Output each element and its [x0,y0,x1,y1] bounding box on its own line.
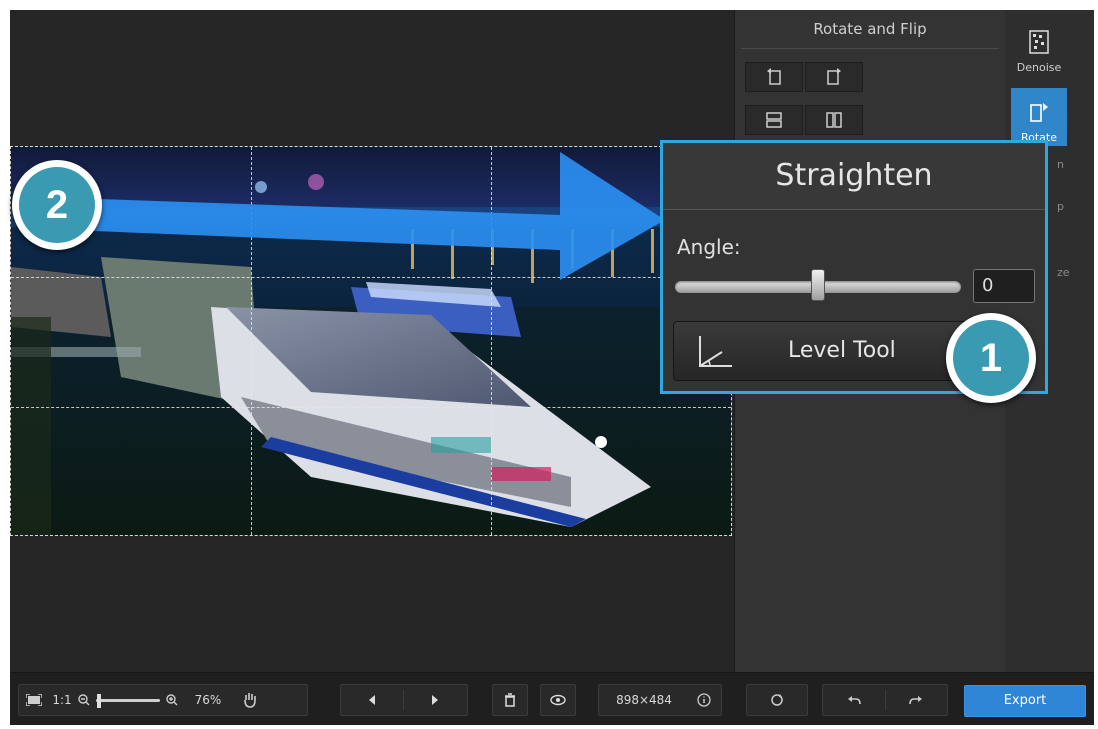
step-marker-1-number: 1 [953,320,1029,396]
river-boats-night-photo [11,147,731,535]
grid-line-horizontal [11,277,731,278]
zoom-out-icon [78,694,90,706]
previous-icon [369,695,375,705]
tool-partial-label[interactable]: p [1057,200,1064,213]
step-marker-1: 1 [946,313,1036,403]
undo-button[interactable] [823,685,885,715]
panel-title: Rotate and Flip [741,14,999,49]
zoom-out-button[interactable] [75,685,93,715]
image-dimensions: 898×484 [616,693,672,707]
flip-horizontal-button[interactable] [805,105,863,135]
photo-preview[interactable] [10,146,732,536]
reset-icon [771,694,783,706]
grid-line-horizontal [11,407,731,408]
redo-icon [909,696,923,705]
info-button[interactable] [689,685,719,715]
redo-button[interactable] [885,685,947,715]
zoom-controls: 1:1 76% [18,684,308,716]
reset-button[interactable] [746,684,808,716]
rotate-left-icon [767,68,781,85]
navigation-controls [340,684,468,716]
delete-button[interactable] [492,684,528,716]
step-marker-2-number: 2 [19,167,95,243]
preview-toggle-inner [541,685,575,715]
preview-toggle-button[interactable] [540,684,576,716]
zoom-slider[interactable] [93,685,163,715]
level-tool-label: Level Tool [788,338,896,363]
tool-partial-label[interactable]: ze [1057,266,1070,279]
zoom-percent: 76% [194,693,222,707]
tool-rotate[interactable]: Rotate [1011,88,1067,146]
reset-button-inner [747,685,807,715]
flip-vertical-icon [766,112,782,128]
fit-screen-button[interactable] [19,685,49,715]
previous-image-button[interactable] [341,685,403,715]
tool-denoise[interactable]: Denoise [1011,18,1067,76]
fit-screen-icon [26,694,42,706]
grid-line-vertical [251,147,252,535]
zoom-slider-track [96,698,160,702]
next-image-button[interactable] [404,685,466,715]
level-tool-icon [699,336,732,367]
angle-label: Angle: [677,235,741,259]
denoise-icon [1029,30,1049,54]
grid-line-vertical [491,147,492,535]
level-tool-button[interactable]: Level Tool [673,321,973,381]
flip-vertical-button[interactable] [745,105,803,135]
pan-tool-button[interactable] [235,685,265,715]
hand-icon [244,693,256,708]
trash-icon [505,693,515,707]
rotate-left-button[interactable] [745,62,803,92]
export-button[interactable]: Export [964,685,1086,717]
step-marker-2: 2 [12,160,102,250]
tool-partial-label[interactable]: n [1057,158,1064,171]
angle-slider-thumb[interactable] [811,269,825,301]
zoom-slider-thumb[interactable] [97,694,101,708]
zoom-in-button[interactable] [163,685,181,715]
rotate-icon [1030,103,1048,122]
eye-icon [550,694,566,706]
flip-horizontal-icon [826,112,842,128]
bottom-toolbar: 1:1 76% 898×484 Export [10,672,1094,725]
zoom-in-icon [166,694,178,706]
straighten-title: Straighten [663,143,1045,210]
angle-input[interactable]: 0 [973,269,1035,303]
undo-icon [847,696,861,705]
next-icon [432,695,438,705]
canvas-area[interactable] [10,10,734,672]
actual-size-button[interactable]: 1:1 [49,685,75,715]
rotate-right-icon [827,68,841,85]
delete-button-inner [493,685,527,715]
rotate-right-button[interactable] [805,62,863,92]
image-info: 898×484 [598,684,722,716]
history-controls [822,684,948,716]
tool-denoise-label: Denoise [1016,61,1062,74]
info-icon [697,693,711,707]
